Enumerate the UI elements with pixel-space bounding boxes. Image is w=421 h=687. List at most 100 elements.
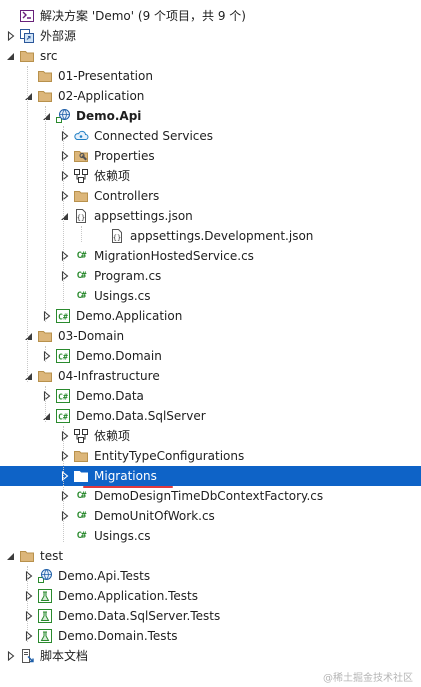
- expand-arrow-icon[interactable]: [59, 126, 70, 146]
- tree-row-src[interactable]: src: [0, 46, 421, 66]
- folder-icon: [73, 188, 89, 204]
- expand-arrow-icon[interactable]: [59, 506, 70, 526]
- expand-arrow-icon[interactable]: [59, 486, 70, 506]
- tree-row-demo-api-tests[interactable]: Demo.Api.Tests: [0, 566, 421, 586]
- tree-row-label: DemoDesignTimeDbContextFactory.cs: [94, 489, 324, 503]
- expand-arrow-icon[interactable]: [59, 246, 70, 266]
- expand-arrow-icon[interactable]: [5, 646, 16, 666]
- tree-row-test[interactable]: test: [0, 546, 421, 566]
- folder-icon: [37, 368, 53, 384]
- tree-row-label: 外部源: [40, 29, 77, 43]
- expand-arrow-icon[interactable]: [5, 26, 16, 46]
- expand-arrow-icon[interactable]: [59, 186, 70, 206]
- connected-services-icon: [73, 128, 89, 144]
- tree-row-solution[interactable]: 解决方案 'Demo' (9 个项目，共 9 个): [0, 6, 421, 26]
- tree-row-demo-domain[interactable]: C# Demo.Domain: [0, 346, 421, 366]
- expand-arrow-icon[interactable]: [23, 626, 34, 646]
- svg-text:C#: C#: [58, 413, 68, 422]
- expand-arrow-icon[interactable]: [41, 346, 52, 366]
- tree-row-label: Usings.cs: [94, 529, 151, 543]
- tree-row-label: Demo.Api: [76, 109, 142, 123]
- web-project-icon: [55, 108, 71, 124]
- tree-row-label: appsettings.json: [94, 209, 193, 223]
- folder-icon: [73, 468, 89, 484]
- svg-text:C#: C#: [58, 353, 68, 362]
- tree-row-label: src: [40, 49, 58, 63]
- tree-row-label: 脚本文档: [40, 649, 89, 663]
- tree-row-label: Demo.Application.Tests: [58, 589, 199, 603]
- tree-row-demo-application-tests[interactable]: Demo.Application.Tests: [0, 586, 421, 606]
- tree-row-external-sources[interactable]: 外部源: [0, 26, 421, 46]
- tree-row-03-domain[interactable]: 03-Domain: [0, 326, 421, 346]
- solution-icon: [19, 8, 35, 24]
- tree-guide-line: [81, 226, 82, 242]
- csharp-project-icon: C#: [55, 388, 71, 404]
- tree-row-label: 解决方案 'Demo' (9 个项目，共 9 个): [40, 9, 246, 23]
- tree-row-demo-data[interactable]: C# Demo.Data: [0, 386, 421, 406]
- tree-row-demo-data-sqlserver[interactable]: C# Demo.Data.SqlServer: [0, 406, 421, 426]
- tree-guide-line: [63, 126, 64, 302]
- collapse-arrow-icon[interactable]: [5, 546, 16, 566]
- annotation-underline: [83, 486, 173, 488]
- tree-row-demo-data-sqlserver-tests[interactable]: Demo.Data.SqlServer.Tests: [0, 606, 421, 626]
- tree-row-04-infrastructure[interactable]: 04-Infrastructure: [0, 366, 421, 386]
- tree-row-demo-application[interactable]: C# Demo.Application: [0, 306, 421, 326]
- expand-arrow-icon[interactable]: [59, 446, 70, 466]
- collapse-arrow-icon[interactable]: [5, 46, 16, 66]
- expand-arrow-icon[interactable]: [41, 386, 52, 406]
- svg-text:C#: C#: [58, 393, 68, 402]
- tree-row-label: 03-Domain: [58, 329, 125, 343]
- expand-arrow-icon[interactable]: [59, 146, 70, 166]
- tree-row-label: Properties: [94, 149, 155, 163]
- collapse-arrow-icon[interactable]: [23, 326, 34, 346]
- csharp-file-icon: C#: [76, 491, 87, 501]
- tree-row-demo-api[interactable]: Demo.Api: [0, 106, 421, 126]
- tree-row-demo-domain-tests[interactable]: Demo.Domain.Tests: [0, 626, 421, 646]
- test-project-icon: [37, 588, 53, 604]
- tree-row-label: Demo.Data: [76, 389, 144, 403]
- tree-guide-line: [63, 426, 64, 542]
- tree-row-label: Demo.Data.SqlServer.Tests: [58, 609, 221, 623]
- csharp-file-icon: C#: [76, 271, 87, 281]
- tree-row-label: 依赖项: [94, 429, 131, 443]
- expand-arrow-icon[interactable]: [59, 466, 70, 486]
- dependencies-icon: [73, 428, 89, 444]
- expand-arrow-icon[interactable]: [59, 166, 70, 186]
- tree-guide-line: [45, 386, 46, 422]
- csharp-file-icon: C#: [76, 251, 87, 261]
- tree-row-label: 02-Application: [58, 89, 145, 103]
- csharp-file-icon: C#: [76, 531, 87, 541]
- expand-arrow-icon[interactable]: [41, 306, 52, 326]
- expand-arrow-icon[interactable]: [59, 426, 70, 446]
- folder-icon: [73, 448, 89, 464]
- collapse-arrow-icon[interactable]: [41, 106, 52, 126]
- expand-arrow-icon[interactable]: [23, 566, 34, 586]
- svg-text:{}: {}: [77, 214, 85, 222]
- collapse-arrow-icon[interactable]: [23, 86, 34, 106]
- tree-guide-line: [45, 346, 46, 362]
- collapse-arrow-icon[interactable]: [41, 406, 52, 426]
- tree-guide-line: [27, 566, 28, 642]
- collapse-arrow-icon[interactable]: [59, 206, 70, 226]
- tree-row-label: Demo.Application: [76, 309, 183, 323]
- tree-row-label: Controllers: [94, 189, 160, 203]
- dependencies-icon: [73, 168, 89, 184]
- expand-arrow-icon[interactable]: [23, 606, 34, 626]
- folder-icon: [37, 328, 53, 344]
- svg-text:C#: C#: [58, 313, 68, 322]
- tree-row-label: DemoUnitOfWork.cs: [94, 509, 215, 523]
- json-file-icon: {}: [73, 208, 89, 224]
- tree-row-02-application[interactable]: 02-Application: [0, 86, 421, 106]
- folder-icon: [37, 68, 53, 84]
- expand-arrow-icon[interactable]: [59, 266, 70, 286]
- web-project-icon: [37, 568, 53, 584]
- tree-row-label: Usings.cs: [94, 289, 151, 303]
- tree-row-label: EntityTypeConfigurations: [94, 449, 245, 463]
- folder-icon: [19, 548, 35, 564]
- expand-arrow-icon[interactable]: [23, 586, 34, 606]
- svg-text:{}: {}: [113, 234, 121, 242]
- properties-icon: [73, 148, 89, 164]
- tree-row-script-docs[interactable]: 脚本文档: [0, 646, 421, 666]
- collapse-arrow-icon[interactable]: [23, 366, 34, 386]
- tree-row-01-presentation[interactable]: 01-Presentation: [0, 66, 421, 86]
